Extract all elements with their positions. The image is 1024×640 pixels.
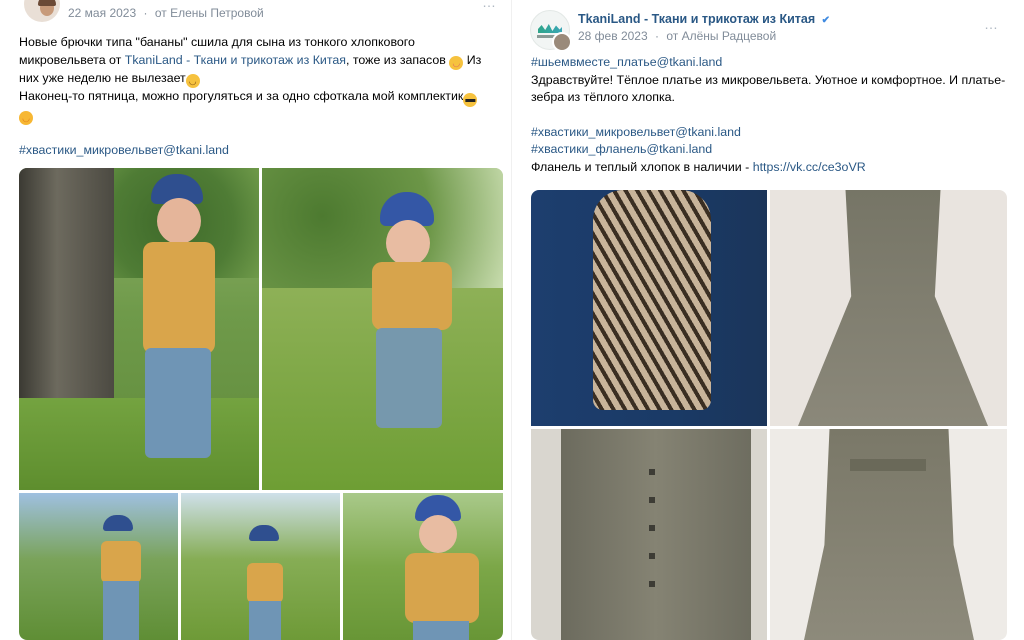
- photo-gallery: [19, 168, 503, 640]
- author-mini-avatar[interactable]: [552, 32, 572, 52]
- post-text: #шьемвместе_платье@tkani.land Здравствуй…: [531, 54, 1011, 176]
- mention-link[interactable]: TkaniLand - Ткани и трикотаж из Китая: [125, 53, 346, 67]
- photo-boy-small-2[interactable]: [181, 493, 340, 640]
- boy-face: [386, 220, 430, 266]
- boy-cap: [103, 515, 133, 531]
- dress-belt: [850, 459, 926, 471]
- grinning-emoji: ◡: [185, 73, 200, 88]
- text-line-4-text: Наконец-то пятница, можно прогуляться и …: [19, 88, 464, 103]
- stock-line: Фланель и теплый хлопок в наличии - http…: [531, 159, 1011, 177]
- post-text: Новые брючки типа "бананы" сшила для сын…: [19, 34, 505, 159]
- photo-boy-under-tree[interactable]: [19, 168, 259, 490]
- text-line-2b: , тоже из запасов: [345, 52, 446, 67]
- boy-face: [157, 198, 201, 244]
- text-line-1: Новые брючки типа "бананы" сшила для сын…: [19, 35, 415, 49]
- photo-grey-dress-belt[interactable]: [770, 429, 1007, 640]
- post-author[interactable]: от Алёны Радцевой: [666, 29, 776, 43]
- post-meta: 28 фев 2023 · от Алёны Радцевой: [578, 29, 776, 43]
- text-line-2: микровельвета от TkaniLand - Ткани и три…: [19, 52, 505, 70]
- dress-buttons: [649, 469, 655, 589]
- hashtag-line-1: #шьемвместе_платье@tkani.land: [531, 54, 1011, 72]
- zebra-dress: [593, 190, 711, 410]
- boy-pants: [145, 348, 211, 458]
- boy-pants: [103, 581, 139, 640]
- text-spacer: [19, 125, 505, 142]
- verified-icon: ✔: [821, 15, 831, 26]
- more-options-icon[interactable]: …: [482, 0, 497, 10]
- post-right: TkaniLand - Ткани и трикотаж из Китая ✔ …: [512, 0, 1024, 640]
- sun-emoji: ◡: [19, 110, 33, 125]
- stock-text: Фланель и теплый хлопок в наличии -: [531, 159, 753, 174]
- stock-link[interactable]: https://vk.cc/ce3oVR: [753, 160, 866, 174]
- meta-separator: ·: [143, 6, 148, 20]
- hashtag-sew-together[interactable]: #шьемвместе_платье@tkani.land: [531, 55, 722, 69]
- boy-shirt: [101, 541, 141, 583]
- photo-zebra-dress[interactable]: [531, 190, 767, 426]
- text-line-5: ◡: [19, 107, 505, 125]
- boy-face: [419, 515, 457, 553]
- grass: [19, 398, 259, 490]
- meta-separator: ·: [654, 29, 659, 43]
- text-para-1b: зебра из тёплого хлопка.: [531, 90, 675, 104]
- post-meta: 22 мая 2023 · от Елены Петровой: [68, 6, 264, 20]
- boy-shirt: [372, 262, 452, 330]
- text-para-1: Здравствуйте! Тёплое платье из микровель…: [531, 72, 1006, 87]
- text-spacer: [531, 107, 1011, 124]
- hashtag-line: #хвастики_микровельвет@tkani.land: [19, 142, 505, 160]
- smiling-blush-emoji: ◡: [449, 55, 464, 70]
- text-line-2c: Из: [463, 52, 482, 67]
- boy-shirt: [247, 563, 283, 603]
- post-date[interactable]: 28 фев 2023: [578, 29, 648, 43]
- boy-pants: [376, 328, 442, 428]
- hashtag-line-2: #хвастики_микровельвет@tkani.land: [531, 124, 1011, 142]
- hashtag-microvelvet[interactable]: #хвастики_микровельвет@tkani.land: [19, 143, 229, 157]
- boy-pants: [413, 621, 469, 640]
- text-line-4: Наконец-то пятница, можно прогуляться и …: [19, 88, 505, 107]
- grey-dress: [561, 429, 751, 640]
- photo-gallery: [531, 190, 1007, 640]
- hashtag-line-3: #хвастики_фланель@tkani.land: [531, 141, 1011, 159]
- hashtag-flannel[interactable]: #хвастики_фланель@tkani.land: [531, 142, 712, 156]
- boy-pants: [249, 601, 281, 640]
- group-name-text[interactable]: TkaniLand - Ткани и трикотаж из Китая: [578, 12, 815, 26]
- author-avatar[interactable]: [24, 0, 60, 22]
- photo-grey-dress-tiered[interactable]: [770, 190, 1007, 426]
- author-avatar-hair: [38, 0, 56, 6]
- post-left: 22 мая 2023 · от Елены Петровой … Новые …: [0, 0, 512, 640]
- post-date[interactable]: 22 мая 2023: [68, 6, 136, 20]
- hashtag-microvelvet[interactable]: #хвастики_микровельвет@tkani.land: [531, 125, 741, 139]
- photo-boy-small-1[interactable]: [19, 493, 178, 640]
- boy-shirt: [405, 553, 479, 623]
- boy-shirt: [143, 242, 215, 354]
- photo-boy-small-3[interactable]: [343, 493, 503, 640]
- sunglasses-emoji: ▬: [463, 92, 478, 107]
- boy-cap: [249, 525, 279, 541]
- more-options-icon[interactable]: …: [984, 16, 999, 32]
- post-author[interactable]: от Елены Петровой: [155, 6, 264, 20]
- photo-grey-dress-closeup[interactable]: [531, 429, 767, 640]
- text-line-3: них уже неделю не вылезает ◡: [19, 70, 505, 88]
- text-line-2a: микровельвета от: [19, 52, 125, 67]
- group-name[interactable]: TkaniLand - Ткани и трикотаж из Китая ✔: [578, 12, 830, 26]
- text-line-3-text: них уже неделю не вылезает: [19, 70, 186, 85]
- grey-dress: [798, 190, 988, 426]
- photo-boy-in-grass[interactable]: [262, 168, 503, 490]
